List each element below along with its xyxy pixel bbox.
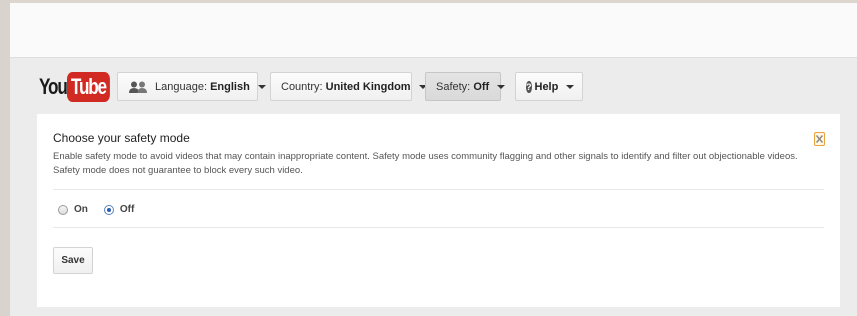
- language-label: Language:: [155, 80, 207, 93]
- radio-off[interactable]: [103, 204, 114, 215]
- radio-on[interactable]: [58, 204, 68, 215]
- question-icon: ?: [526, 80, 532, 93]
- chevron-down-icon: [566, 84, 575, 89]
- masthead-divider: [10, 57, 857, 58]
- close-icon[interactable]: [814, 132, 825, 146]
- logo-you: You: [39, 73, 68, 99]
- safety-mode-options: On Off: [58, 204, 150, 215]
- radio-off-label[interactable]: Off: [120, 204, 134, 215]
- divider: [53, 227, 824, 228]
- safety-value: Off: [473, 80, 490, 93]
- top-bar: [10, 0, 857, 57]
- help-button[interactable]: ? Help: [515, 72, 583, 101]
- save-button[interactable]: Save: [53, 247, 93, 274]
- language-button[interactable]: Language: English: [117, 72, 266, 101]
- language-value: English: [210, 80, 250, 93]
- safety-panel: Choose your safety mode Enable safety mo…: [37, 114, 840, 307]
- chevron-down-icon: [257, 84, 266, 89]
- logo-tube: Tube: [67, 71, 110, 102]
- left-edge: [0, 0, 10, 316]
- help-label: Help: [534, 80, 559, 93]
- radio-on-label[interactable]: On: [74, 204, 88, 215]
- panel-description: Enable safety mode to avoid videos that …: [53, 151, 798, 176]
- country-label: Country:: [281, 80, 323, 93]
- chevron-down-icon: [497, 84, 506, 89]
- safety-button[interactable]: Safety: Off: [425, 72, 506, 101]
- panel-title: Choose your safety mode: [53, 131, 190, 145]
- safety-label: Safety:: [436, 80, 471, 93]
- country-button[interactable]: Country: United Kingdom: [270, 72, 427, 101]
- language-icon: [128, 81, 148, 93]
- divider: [53, 189, 824, 190]
- youtube-logo[interactable]: You Tube: [39, 71, 122, 102]
- country-value: United Kingdom: [325, 80, 411, 93]
